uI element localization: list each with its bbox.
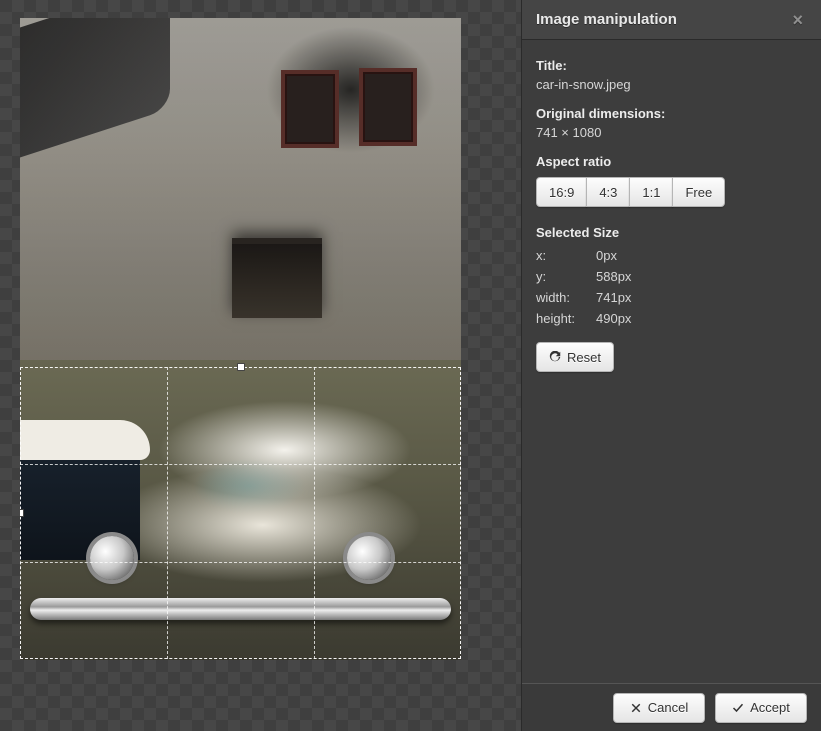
crop-handle-n[interactable] [237, 363, 245, 371]
sel-y-value: 588px [596, 269, 807, 284]
cancel-button[interactable]: Cancel [613, 693, 705, 723]
panel-header: Image manipulation × [522, 0, 821, 40]
orig-dim-value: 741 × 1080 [536, 125, 807, 140]
crop-handle-w[interactable] [20, 509, 24, 517]
sel-h-value: 490px [596, 311, 807, 326]
accept-label: Accept [750, 700, 790, 715]
title-value: car-in-snow.jpeg [536, 77, 807, 92]
reset-label: Reset [567, 350, 601, 365]
selected-size-values: x: 0px y: 588px width: 741px height: 490… [536, 248, 807, 326]
close-icon: × [792, 10, 803, 30]
sel-w-value: 741px [596, 290, 807, 305]
image-holder[interactable] [20, 18, 461, 660]
side-panel: Image manipulation × Title: car-in-snow.… [521, 0, 821, 731]
refresh-icon [549, 351, 561, 363]
sel-w-label: width: [536, 290, 590, 305]
canvas-area [0, 0, 521, 731]
aspect-ratio-label: Aspect ratio [536, 154, 807, 169]
aspect-ratio-group: 16:9 4:3 1:1 Free [536, 177, 807, 207]
title-label: Title: [536, 58, 807, 73]
aspect-ratio-16-9[interactable]: 16:9 [536, 177, 587, 207]
selected-size-label: Selected Size [536, 225, 807, 240]
crop-dim-overlay [20, 18, 461, 367]
x-icon [630, 702, 642, 714]
aspect-ratio-free[interactable]: Free [672, 177, 725, 207]
crop-grid-line [20, 562, 461, 563]
sel-x-value: 0px [596, 248, 807, 263]
sel-y-label: y: [536, 269, 590, 284]
crop-grid-line [167, 367, 168, 659]
reset-button[interactable]: Reset [536, 342, 614, 372]
panel-footer: Cancel Accept [522, 683, 821, 731]
crop-grid-line [314, 367, 315, 659]
crop-grid-line [20, 464, 461, 465]
sel-x-label: x: [536, 248, 590, 263]
cancel-label: Cancel [648, 700, 688, 715]
accept-button[interactable]: Accept [715, 693, 807, 723]
panel-body: Title: car-in-snow.jpeg Original dimensi… [522, 40, 821, 683]
aspect-ratio-1-1[interactable]: 1:1 [629, 177, 673, 207]
panel-title: Image manipulation [536, 11, 677, 28]
crop-selection[interactable] [20, 367, 461, 659]
orig-dim-label: Original dimensions: [536, 106, 807, 121]
sel-h-label: height: [536, 311, 590, 326]
close-button[interactable]: × [788, 7, 807, 33]
check-icon [732, 702, 744, 714]
aspect-ratio-4-3[interactable]: 4:3 [586, 177, 630, 207]
